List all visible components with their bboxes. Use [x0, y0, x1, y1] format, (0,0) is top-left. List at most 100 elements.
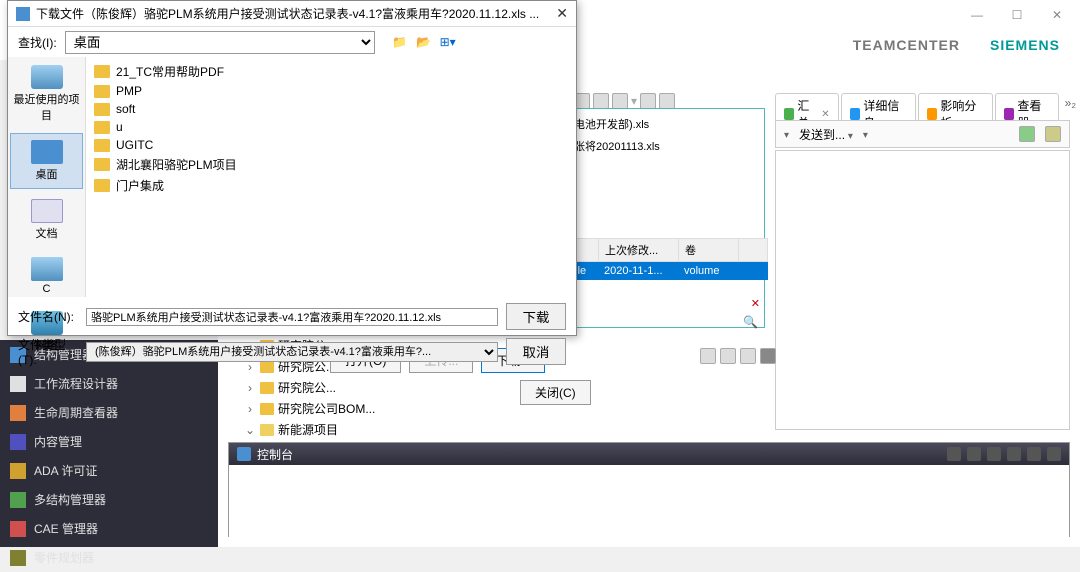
minimize-icon[interactable]: — — [962, 8, 992, 22]
folder-name: 门户集成 — [116, 177, 164, 194]
panel-tool1-icon[interactable] — [700, 348, 716, 364]
sidebar-label: 生命周期查看器 — [34, 404, 118, 421]
folder-name: soft — [116, 102, 135, 116]
folder-item[interactable]: soft — [94, 100, 568, 118]
view-mode-icon[interactable]: ⊞▾ — [439, 33, 457, 51]
close-button-wrap: 关闭(C) — [520, 380, 591, 405]
partplanner-icon — [10, 550, 26, 566]
console-tool2-icon[interactable] — [967, 447, 981, 461]
dialog-titlebar: 下载文件（陈俊辉）骆驼PLM系统用户接受测试状态记录表-v4.1?富液乘用车?2… — [8, 1, 576, 27]
details-icon — [850, 108, 861, 120]
file-item[interactable]: 停电池开发部).xls — [560, 113, 760, 135]
panel-tool2-icon[interactable] — [720, 348, 736, 364]
expand-icon[interactable]: › — [244, 402, 256, 416]
console-panel: 控制台 — [228, 442, 1070, 537]
folder-item[interactable]: PMP — [94, 82, 568, 100]
dialog-download-button[interactable]: 下载 — [506, 303, 566, 330]
tool-icon2[interactable] — [1045, 126, 1061, 142]
places-recent[interactable]: 最近使用的项目 — [8, 57, 85, 131]
file-item[interactable]: x — [560, 177, 760, 195]
sidebar-label: 内容管理 — [34, 433, 82, 450]
panel-tool3-icon[interactable] — [740, 348, 756, 364]
cell-volume: volume — [678, 262, 738, 280]
sidebar-item-partplanner[interactable]: 零件规划器 — [0, 543, 218, 572]
nav-grid-icon[interactable] — [612, 93, 628, 109]
tree-item[interactable]: ⌄ 新能源项目 — [240, 419, 540, 440]
tab-close-icon[interactable]: ✕ — [821, 109, 829, 120]
dropdown1[interactable] — [784, 127, 789, 141]
lookin-dropdown[interactable]: 桌面 — [65, 31, 375, 54]
dropdown3[interactable] — [863, 127, 868, 141]
send-to-dropdown[interactable]: 发送到... — [799, 126, 853, 143]
panel-close-icon[interactable]: ✕ — [751, 297, 760, 310]
right-toolbar: 发送到... — [775, 120, 1070, 148]
nav-window-icon[interactable] — [640, 93, 656, 109]
console-tool3-icon[interactable] — [987, 447, 1001, 461]
sidebar-item-multistruct[interactable]: 多结构管理器 — [0, 485, 218, 514]
up-folder-icon[interactable]: 📁 — [391, 33, 409, 51]
content-icon — [10, 434, 26, 450]
dialog-cancel-button[interactable]: 取消 — [506, 338, 566, 365]
console-tool1-icon[interactable] — [947, 447, 961, 461]
console-min-icon[interactable] — [1027, 447, 1041, 461]
dialog-body: 最近使用的项目 桌面 文档 C 网络 21_TC常用帮助PDF PMP soft — [8, 57, 576, 297]
console-tool4-icon[interactable] — [1007, 447, 1021, 461]
col-modified[interactable]: 上次修改... — [599, 239, 679, 261]
console-max-icon[interactable] — [1047, 447, 1061, 461]
nav-plus-icon[interactable] — [593, 93, 609, 109]
close-icon[interactable]: ✕ — [1042, 8, 1072, 22]
places-documents[interactable]: 文档 — [8, 191, 85, 249]
tool-icon1[interactable] — [1019, 126, 1035, 142]
sidebar-item-lifecycle[interactable]: 生命周期查看器 — [0, 398, 218, 427]
sidebar-item-cae[interactable]: CAE 管理器 — [0, 514, 218, 543]
folder-item[interactable]: UGITC — [94, 136, 568, 154]
close-button[interactable]: 关闭(C) — [520, 380, 591, 405]
lifecycle-icon — [10, 405, 26, 421]
places-sidebar: 最近使用的项目 桌面 文档 C 网络 — [8, 57, 86, 297]
sidebar-item-content[interactable]: 内容管理 — [0, 427, 218, 456]
tree-item[interactable]: › 研究院公... — [240, 377, 540, 398]
filetype-dropdown[interactable]: (陈俊辉）骆驼PLM系统用户接受测试状态记录表-v4.1?富液乘用车?... — [86, 342, 498, 362]
folder-item[interactable]: 门户集成 — [94, 175, 568, 196]
console-header: 控制台 — [229, 443, 1069, 465]
tree-item[interactable]: › 研究院公司BOM... — [240, 398, 540, 419]
maximize-icon[interactable]: ☐ — [1002, 8, 1032, 22]
recent-icon — [31, 65, 63, 89]
panel-close-icon[interactable] — [760, 348, 776, 364]
expand-icon[interactable]: › — [244, 381, 256, 395]
col-volume[interactable]: 卷 — [679, 239, 739, 261]
new-folder-icon[interactable]: 📂 — [415, 33, 433, 51]
filename-input[interactable] — [86, 308, 498, 326]
folder-name: u — [116, 120, 123, 134]
folder-name: PMP — [116, 84, 142, 98]
tree-label: 研究院公... — [278, 379, 336, 396]
sidebar-item-workflow[interactable]: 工作流程设计器 — [0, 369, 218, 398]
multistruct-icon — [10, 492, 26, 508]
folder-name: 21_TC常用帮助PDF — [116, 63, 224, 80]
sidebar-item-ada[interactable]: ADA 许可证 — [0, 456, 218, 485]
file-peek-panel: 停电池开发部).xls 蓄张将20201113.xls x ✕ 🔍 — [555, 108, 765, 328]
folder-icon — [94, 85, 110, 98]
sidebar-label: 零件规划器 — [34, 549, 94, 566]
console-title: 控制台 — [257, 446, 293, 463]
search-icon[interactable]: 🔍 — [743, 315, 758, 329]
folder-item[interactable]: u — [94, 118, 568, 136]
dialog-close-icon[interactable]: ✕ — [556, 5, 568, 22]
places-drive-c[interactable]: C — [8, 249, 85, 303]
console-header-icons — [947, 447, 1061, 461]
sidebar-label: 多结构管理器 — [34, 491, 106, 508]
dialog-filelist[interactable]: 21_TC常用帮助PDF PMP soft u UGITC 湖北襄阳骆驼PLM项… — [86, 57, 576, 297]
folder-item[interactable]: 湖北襄阳骆驼PLM项目 — [94, 154, 568, 175]
folder-item[interactable]: 21_TC常用帮助PDF — [94, 61, 568, 82]
filetype-row: 文件类型(T): (陈俊辉）骆驼PLM系统用户接受测试状态记录表-v4.1?富液… — [18, 336, 566, 367]
summary-icon — [784, 108, 794, 120]
places-desktop[interactable]: 桌面 — [10, 133, 83, 189]
console-body[interactable] — [229, 465, 1069, 538]
folder-name: 湖北襄阳骆驼PLM项目 — [116, 156, 237, 173]
key-icon — [10, 463, 26, 479]
file-item[interactable]: 蓄张将20201113.xls — [560, 135, 760, 157]
nav-window2-icon[interactable] — [659, 93, 675, 109]
collapse-icon[interactable]: ⌄ — [244, 423, 256, 437]
folder-icon — [94, 139, 110, 152]
folder-icon — [94, 121, 110, 134]
